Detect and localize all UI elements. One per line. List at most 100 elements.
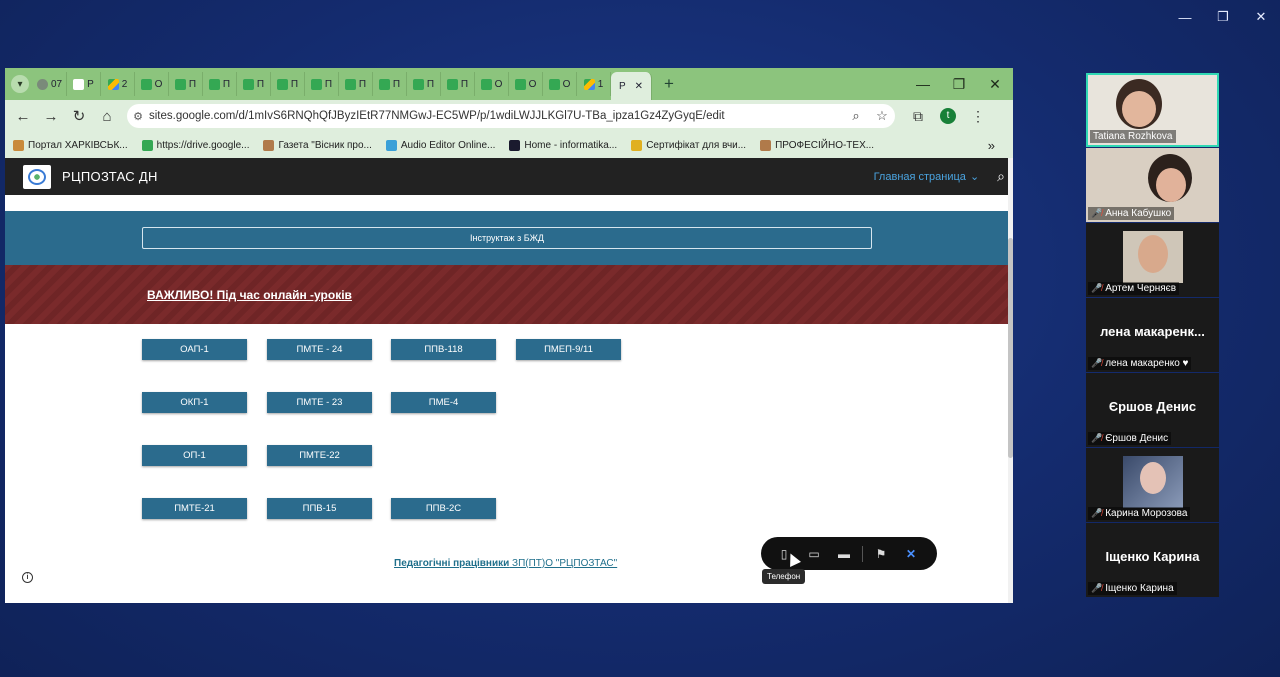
bookmark-item[interactable]: Газета "Вісник про... xyxy=(263,139,372,151)
site-header: РЦПОЗТАС ДН Главная страница ⌄ ⌕ xyxy=(5,158,1013,195)
feedback-icon[interactable]: ⚑ xyxy=(866,547,896,561)
browser-restore-button[interactable]: ❐ xyxy=(941,76,977,93)
browser-tab[interactable]: О xyxy=(475,72,509,96)
browser-tab[interactable]: П xyxy=(373,72,407,96)
site-nav-menu[interactable]: Главная страница ⌄ xyxy=(874,170,980,184)
shared-browser-window: ▾ 07 P 2 O П П П П П П П П П О О О 1 Р ✕ + — ❐ ✕ ← → ↻ ⌂… xyxy=(5,68,1013,603)
tab-label: О xyxy=(562,78,571,90)
tab-label: О xyxy=(528,78,537,90)
important-link[interactable]: ВАЖЛИВО! Під час онлайн -уроків xyxy=(147,288,352,302)
group-button[interactable]: ППВ-15 xyxy=(267,498,372,519)
tab-label: O xyxy=(154,78,163,90)
bookmark-favicon-icon xyxy=(509,139,521,151)
bookmark-favicon-icon xyxy=(760,139,772,151)
bookmark-item[interactable]: ПРОФЕСІЙНО-ТЕХ... xyxy=(760,139,874,151)
browser-tab[interactable]: П xyxy=(305,72,339,96)
browser-tab[interactable]: 1 xyxy=(577,72,611,96)
maximize-button[interactable]: ❐ xyxy=(1204,4,1242,30)
participant-name: 🎤̸ Артем Черняєв xyxy=(1088,282,1180,295)
participant-tile[interactable]: Іщенко Карина 🎤̸ Іщенко Карина xyxy=(1086,523,1219,597)
laptop-icon[interactable]: ▬ xyxy=(829,547,859,561)
close-window-button[interactable]: ✕ xyxy=(1242,4,1280,30)
bookmark-item[interactable]: Audio Editor Online... xyxy=(385,139,495,151)
bookmark-favicon-icon xyxy=(263,139,275,151)
participant-tile-active[interactable]: Tatiana Rozhkova xyxy=(1086,73,1219,147)
group-button[interactable]: ППВ-118 xyxy=(391,339,496,360)
participant-tile[interactable]: 🎤̸ Артем Черняєв xyxy=(1086,223,1219,297)
group-button[interactable]: ПМЕ-4 xyxy=(391,392,496,413)
site-info-icon[interactable]: ⚙ xyxy=(127,110,149,123)
browser-minimize-button[interactable]: — xyxy=(905,76,941,93)
bookmark-star-icon[interactable]: ☆ xyxy=(869,108,895,124)
site-title[interactable]: РЦПОЗТАС ДН xyxy=(62,169,158,184)
menu-icon[interactable]: ⋮ xyxy=(963,108,993,125)
group-button[interactable]: ОКП-1 xyxy=(142,392,247,413)
extensions-icon[interactable]: ⧉ xyxy=(903,108,933,125)
search-icon[interactable]: ⌕ xyxy=(997,168,1005,185)
bookmark-label: https://drive.google... xyxy=(156,139,250,151)
group-button[interactable]: ПМЕП-9/11 xyxy=(516,339,621,360)
tab-label: P xyxy=(87,78,94,90)
browser-tab[interactable]: П xyxy=(407,72,441,96)
participant-tile[interactable]: лена макаренк... 🎤̸ лена макаренко ♥ xyxy=(1086,298,1219,372)
tablet-icon[interactable]: ▭ xyxy=(799,547,829,561)
bookmarks-more-icon[interactable]: » xyxy=(988,138,995,153)
profile-avatar[interactable]: t xyxy=(940,108,956,124)
group-button[interactable]: ПМТЕ - 24 xyxy=(267,339,372,360)
participant-tile[interactable]: 🎤̸ Карина Морозова xyxy=(1086,448,1219,522)
browser-tab[interactable]: О xyxy=(543,72,577,96)
tab-favicon-icon xyxy=(480,78,492,90)
browser-tab[interactable]: П xyxy=(339,72,373,96)
close-preview-icon[interactable]: ✕ xyxy=(896,547,926,561)
group-button[interactable]: ПМТЕ - 23 xyxy=(267,392,372,413)
forward-icon[interactable]: → xyxy=(37,108,65,125)
browser-close-button[interactable]: ✕ xyxy=(977,76,1013,93)
group-button[interactable]: ПМТЕ-22 xyxy=(267,445,372,466)
safety-briefing-button[interactable]: Інструктаж з БЖД xyxy=(142,227,872,249)
browser-tab[interactable]: П xyxy=(203,72,237,96)
tab-close-icon[interactable]: ✕ xyxy=(635,81,643,92)
participant-tile[interactable]: Єршов Денис 🎤̸ Єршов Денис xyxy=(1086,373,1219,447)
tab-favicon-icon xyxy=(548,78,560,90)
tab-active[interactable]: Р ✕ xyxy=(611,72,652,100)
group-button[interactable]: ПМТЕ-21 xyxy=(142,498,247,519)
logo-emblem-icon xyxy=(28,168,46,185)
group-button[interactable]: ОАП-1 xyxy=(142,339,247,360)
tab-label: П xyxy=(392,78,401,90)
scrollbar-thumb[interactable] xyxy=(1008,238,1013,458)
home-icon[interactable]: ⌂ xyxy=(93,108,121,125)
browser-tab[interactable]: O xyxy=(135,72,169,96)
page-scrollbar[interactable] xyxy=(1008,158,1013,603)
new-tab-button[interactable]: + xyxy=(658,74,680,94)
browser-tab[interactable]: П xyxy=(169,72,203,96)
bookmark-item[interactable]: Сертифікат для вчи... xyxy=(631,139,746,151)
browser-tab[interactable]: П xyxy=(271,72,305,96)
minimize-button[interactable]: — xyxy=(1166,4,1204,30)
browser-tab[interactable]: П xyxy=(237,72,271,96)
group-button[interactable]: ОП-1 xyxy=(142,445,247,466)
participant-face xyxy=(1140,462,1166,494)
browser-tab[interactable]: П xyxy=(441,72,475,96)
bookmark-item[interactable]: Home - informatika... xyxy=(509,139,617,151)
tab-label: П xyxy=(324,78,333,90)
info-icon[interactable]: i xyxy=(22,572,33,583)
bookmarks-bar: Портал ХАРКІВСЬК... https://drive.google.… xyxy=(5,132,1013,158)
reload-icon[interactable]: ↻ xyxy=(65,107,93,125)
browser-tab[interactable]: 07 xyxy=(33,72,67,96)
tab-favicon-icon xyxy=(412,78,424,90)
mic-muted-icon: 🎤̸ xyxy=(1091,583,1103,593)
group-button[interactable]: ППВ-2С xyxy=(391,498,496,519)
participant-tile[interactable]: 🎤̸ Анна Кабушко xyxy=(1086,148,1219,222)
zoom-icon[interactable]: ⌕ xyxy=(843,108,869,124)
back-icon[interactable]: ← xyxy=(9,108,37,125)
tab-label: П xyxy=(426,78,435,90)
bookmark-item[interactable]: https://drive.google... xyxy=(141,139,250,151)
tab-search-icon[interactable]: ▾ xyxy=(11,75,29,93)
browser-tab[interactable]: P xyxy=(67,72,101,96)
staff-link[interactable]: Педагогічні працівники ЗП(ПТ)О "РЦПОЗТАС… xyxy=(394,558,617,569)
address-bar[interactable]: ⚙ sites.google.com/d/1mIvS6RNQhQfJByzIEt… xyxy=(127,104,895,128)
bookmark-item[interactable]: Портал ХАРКІВСЬК... xyxy=(13,139,128,151)
browser-tab[interactable]: О xyxy=(509,72,543,96)
site-logo[interactable] xyxy=(23,164,51,189)
browser-tab[interactable]: 2 xyxy=(101,72,135,96)
